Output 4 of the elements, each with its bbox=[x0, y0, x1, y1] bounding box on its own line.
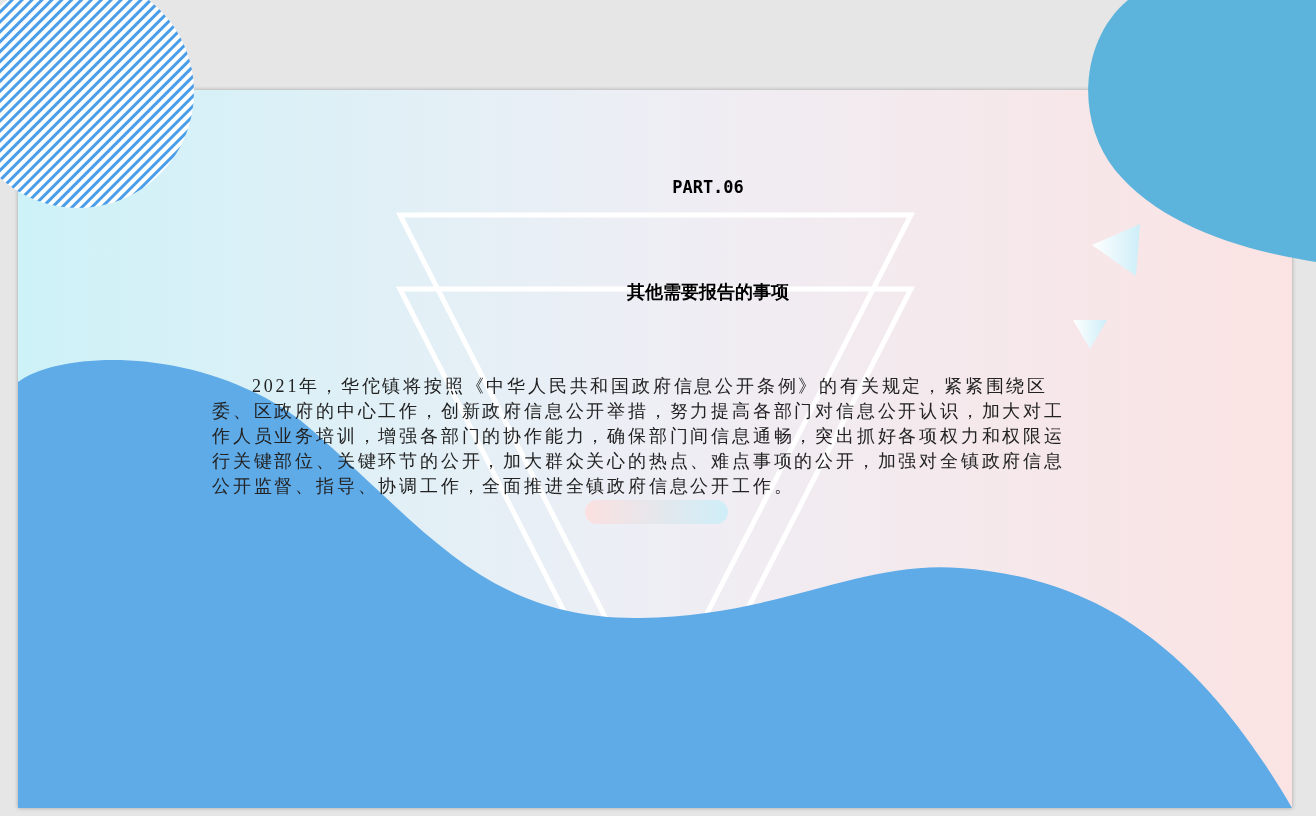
triangle-shape bbox=[1073, 320, 1107, 349]
triangle-shape bbox=[1092, 224, 1140, 276]
part-label: PART.06 bbox=[672, 176, 744, 199]
slide-title: 其他需要报告的事项 bbox=[627, 280, 789, 304]
